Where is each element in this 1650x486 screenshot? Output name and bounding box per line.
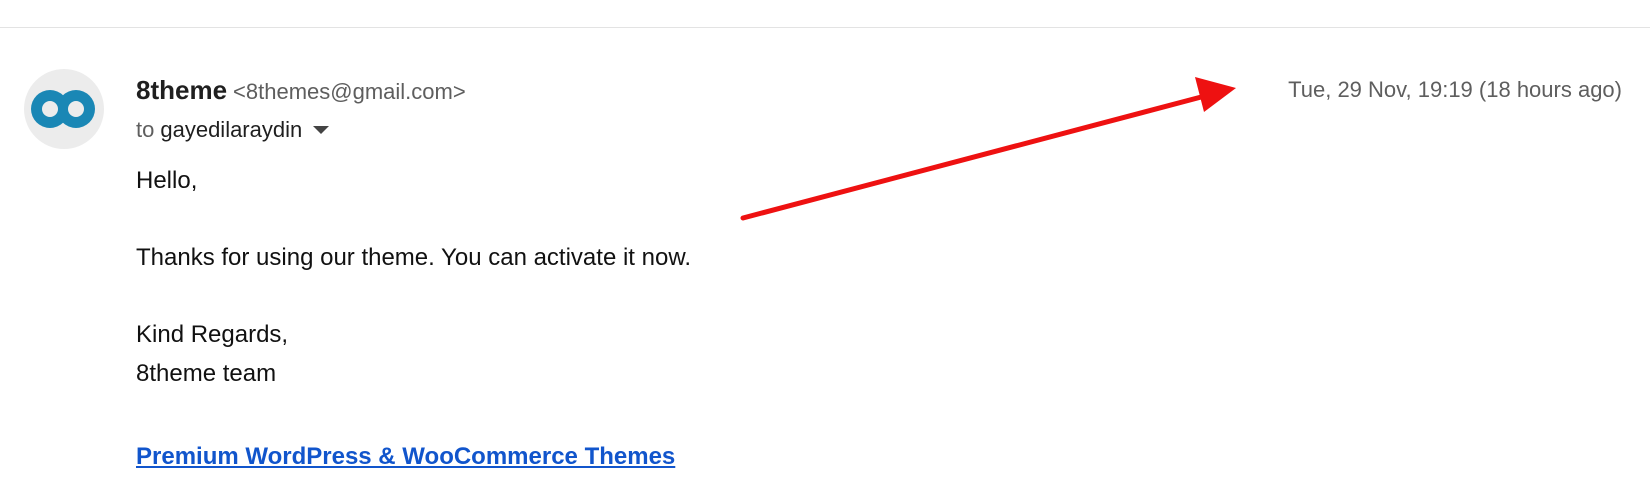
chevron-down-icon bbox=[313, 126, 330, 134]
header-divider bbox=[0, 27, 1650, 28]
sender-email: <8themes@gmail.com> bbox=[233, 79, 466, 104]
annotation-arrow-head bbox=[1195, 77, 1236, 112]
avatar[interactable] bbox=[24, 69, 104, 149]
sender-name[interactable]: 8theme bbox=[136, 75, 227, 105]
recipient-name: gayedilaraydin bbox=[160, 117, 303, 142]
email-greeting: Hello, bbox=[136, 167, 198, 194]
sender-line: 8theme <8themes@gmail.com> bbox=[136, 70, 466, 110]
email-message: Thanks for using our theme. You can acti… bbox=[136, 244, 691, 271]
recipient-prefix: to bbox=[136, 117, 155, 142]
email-closing: Kind Regards, bbox=[136, 321, 289, 348]
premium-themes-link[interactable]: Premium WordPress & WooCommerce Themes bbox=[136, 440, 675, 474]
annotation-arrow-shaft bbox=[740, 93, 1208, 221]
8theme-logo-icon bbox=[31, 90, 95, 128]
email-timestamp: Tue, 29 Nov, 19:19 (18 hours ago) bbox=[1288, 77, 1622, 102]
recipient-details-button[interactable] bbox=[308, 112, 334, 148]
email-signature: 8theme team bbox=[136, 360, 277, 387]
recipient-line: to gayedilaraydin bbox=[136, 112, 334, 148]
